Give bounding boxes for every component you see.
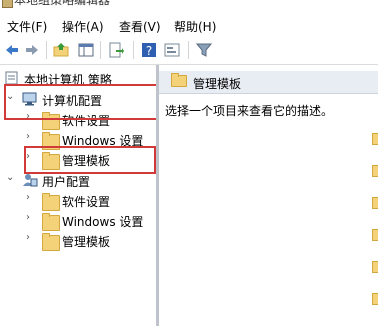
highlight-box-admin-templates xyxy=(24,146,156,174)
policy-icon xyxy=(5,71,18,85)
tree-label-user-software-settings: 软件设置 xyxy=(62,195,111,209)
window-title: 本地组策略编辑器 xyxy=(14,0,111,7)
folder-icon xyxy=(171,73,187,87)
menu-help[interactable]: 帮助(H) xyxy=(173,18,217,35)
menu-bar: 文件(F) 操作(A) 查看(V) 帮助(H) xyxy=(0,16,378,36)
export-list-icon[interactable] xyxy=(108,42,124,58)
chevron-right-icon[interactable]: › xyxy=(26,212,36,223)
details-header: 管理模板 xyxy=(159,71,378,94)
folder-icon xyxy=(372,197,378,209)
toolbar: ? xyxy=(0,37,378,65)
folder-icon xyxy=(42,233,60,251)
folder-icon xyxy=(372,165,378,177)
chevron-right-icon[interactable]: › xyxy=(26,192,36,203)
folder-icon xyxy=(42,213,60,231)
toolbar-separator xyxy=(100,41,101,59)
tree-item-user-admin-templates[interactable]: › 管理模板 xyxy=(0,231,156,251)
app-icon xyxy=(2,0,13,8)
filter-icon[interactable] xyxy=(196,42,212,58)
folder-icon xyxy=(372,229,378,241)
menu-view[interactable]: 查看(V) xyxy=(118,18,162,35)
tree-label-user-config: 用户配置 xyxy=(42,175,91,189)
chevron-right-icon[interactable]: › xyxy=(26,232,36,243)
chevron-right-icon[interactable]: › xyxy=(26,131,36,142)
back-arrow-icon[interactable] xyxy=(4,42,20,58)
properties-icon[interactable] xyxy=(164,42,180,58)
help-icon[interactable]: ? xyxy=(141,42,157,58)
details-description: 选择一个项目来查看它的描述。 xyxy=(165,104,334,118)
menu-file[interactable]: 文件(F) xyxy=(6,18,48,35)
details-list-edge xyxy=(372,93,378,326)
highlight-box-computer-config xyxy=(4,84,168,120)
tree-label-user-admin-templates: 管理模板 xyxy=(62,235,111,249)
tree-label-user-windows-settings: Windows 设置 xyxy=(62,215,144,229)
folder-icon xyxy=(372,261,378,273)
details-title: 管理模板 xyxy=(193,77,242,91)
folder-icon xyxy=(42,193,60,211)
up-folder-icon[interactable] xyxy=(53,42,69,58)
folder-icon xyxy=(372,293,378,305)
folder-icon xyxy=(372,133,378,145)
title-bar: 本地组策略编辑器 xyxy=(0,0,378,16)
svg-text:?: ? xyxy=(146,44,152,58)
toolbar-separator xyxy=(46,41,47,59)
toolbar-separator xyxy=(188,41,189,59)
forward-arrow-icon[interactable] xyxy=(24,42,40,58)
toolbar-separator xyxy=(133,41,134,59)
show-hide-tree-icon[interactable] xyxy=(78,42,94,58)
details-pane: 管理模板 选择一个项目来查看它的描述。 xyxy=(159,65,378,326)
tree-item-user-windows-settings[interactable]: › Windows 设置 xyxy=(0,211,156,231)
menu-action[interactable]: 操作(A) xyxy=(61,18,105,35)
tree-item-user-config[interactable]: ⌄ 用户配置 xyxy=(0,171,156,191)
user-icon xyxy=(23,174,38,187)
chevron-down-icon[interactable]: ⌄ xyxy=(6,172,16,183)
tree-item-user-software-settings[interactable]: › 软件设置 xyxy=(0,191,156,211)
